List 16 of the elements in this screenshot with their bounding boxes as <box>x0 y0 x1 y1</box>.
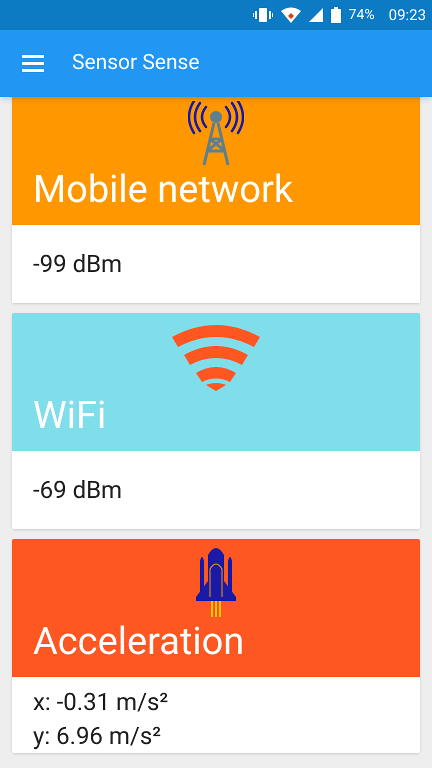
card-title: Mobile network <box>33 167 294 213</box>
wifi-signal-icon <box>280 7 301 23</box>
antenna-tower-icon <box>188 101 244 165</box>
sensor-reading: -69 dBm <box>33 475 124 506</box>
sensor-reading: x: -0.31 m/s² <box>33 687 170 718</box>
clock-time: 09:23 <box>388 4 426 26</box>
sensor-reading: y: 6.96 m/s² <box>33 721 162 752</box>
app-title: Sensor Sense <box>72 50 200 77</box>
battery-icon <box>330 7 341 23</box>
cell-signal-icon <box>308 8 323 22</box>
sensor-reading: -99 dBm <box>33 249 124 280</box>
card-title: Acceleration <box>33 619 244 665</box>
battery-percentage: 74% <box>348 6 375 24</box>
wifi-icon <box>172 323 260 391</box>
card-title: WiFi <box>33 393 106 439</box>
vibrate-icon <box>252 7 273 23</box>
